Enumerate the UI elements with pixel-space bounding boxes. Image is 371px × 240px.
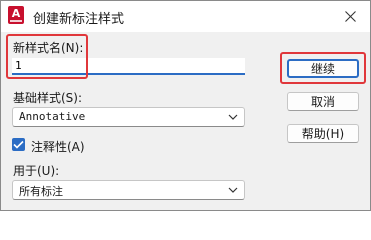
annotative-checkbox[interactable] [12, 138, 25, 151]
help-button[interactable]: 帮助(H) [287, 124, 359, 143]
base-style-label: 基础样式(S): [13, 91, 83, 105]
continue-button-highlight [280, 52, 366, 84]
base-style-value: Annotative [19, 110, 86, 123]
checkmark-icon [13, 140, 24, 149]
app-icon-letter: A [11, 7, 21, 20]
cancel-button[interactable]: 取消 [287, 92, 359, 111]
close-icon [344, 11, 356, 22]
use-for-label: 用于(U): [13, 164, 60, 178]
base-style-select[interactable]: Annotative [12, 107, 245, 127]
autocad-app-icon: A [8, 6, 24, 24]
close-button[interactable] [330, 1, 370, 32]
new-style-name-highlight [6, 34, 88, 79]
window-title: 创建新标注样式 [33, 12, 125, 27]
title-bar: A 创建新标注样式 [1, 1, 370, 32]
create-dimension-style-dialog: A 创建新标注样式 新样式名(N): 基础样式(S): Annotative 注… [0, 0, 371, 211]
annotative-label: 注释性(A) [31, 140, 85, 154]
use-for-value: 所有标注 [19, 185, 63, 198]
chevron-down-icon [228, 114, 238, 120]
use-for-select[interactable]: 所有标注 [12, 180, 245, 200]
chevron-down-icon [228, 187, 238, 193]
